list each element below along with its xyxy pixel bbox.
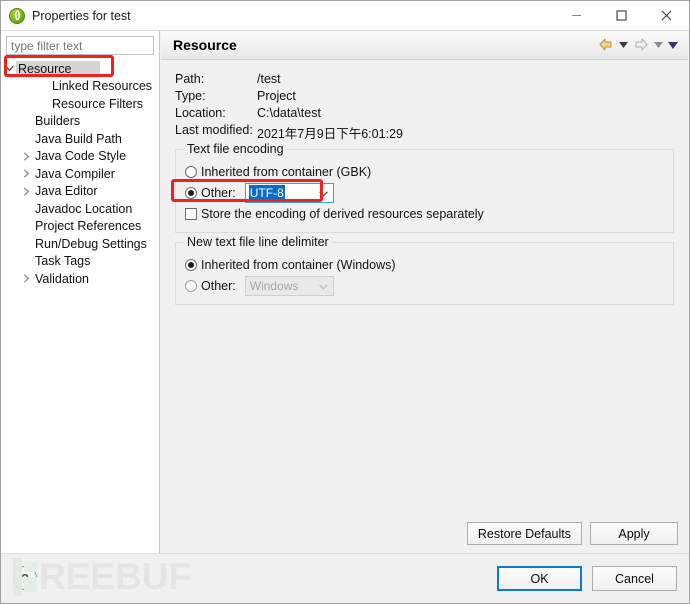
- delimiter-inherited-label: Inherited from container (Windows): [201, 258, 396, 272]
- info-label: Last modified:: [175, 123, 257, 137]
- back-dropdown-icon[interactable]: [618, 36, 629, 54]
- settings-tree-panel: Resource Linked Resources Resource Filters…: [1, 31, 160, 553]
- resource-page: Resource: [161, 31, 688, 553]
- sidebar-item-run-debug-settings[interactable]: Run/Debug Settings: [1, 235, 160, 253]
- sidebar-item-java-compiler[interactable]: Java Compiler: [1, 165, 160, 183]
- cancel-button[interactable]: Cancel: [592, 566, 677, 591]
- chevron-right-icon[interactable]: [18, 152, 35, 161]
- sidebar-item-validation[interactable]: Validation: [1, 270, 160, 288]
- info-row: Last modified:2021年7月9日下午6:01:29: [175, 123, 674, 140]
- filter-input[interactable]: [6, 36, 154, 55]
- info-value: /test: [257, 72, 281, 86]
- forward-dropdown-icon[interactable]: [653, 36, 664, 54]
- encoding-other-radio[interactable]: [185, 187, 197, 199]
- page-header: Resource: [161, 31, 688, 60]
- eclipse-properties-icon: [9, 8, 25, 24]
- sidebar-item-task-tags[interactable]: Task Tags: [1, 253, 160, 271]
- info-value: 2021年7月9日下午6:01:29: [257, 123, 403, 142]
- encoding-inherited-option[interactable]: Inherited from container (GBK): [185, 161, 664, 182]
- sidebar-item-label: Java Editor: [35, 184, 103, 198]
- info-label: Location:: [175, 106, 257, 120]
- sidebar-item-label: Run/Debug Settings: [35, 237, 152, 251]
- minimize-icon[interactable]: [554, 1, 599, 31]
- delimiter-inherited-radio[interactable]: [185, 259, 197, 271]
- sidebar-item-java-code-style[interactable]: Java Code Style: [1, 148, 160, 166]
- window-controls: [554, 1, 689, 31]
- encoding-combo-value: UTF-8: [249, 185, 285, 201]
- text-file-encoding-group: Text file encoding Inherited from contai…: [175, 149, 674, 233]
- encoding-other-label: Other:: [201, 186, 236, 200]
- settings-tree: Resource Linked Resources Resource Filters…: [1, 60, 160, 288]
- sidebar-item-java-build-path[interactable]: Java Build Path: [1, 130, 160, 148]
- sidebar-item-project-references[interactable]: Project References: [1, 218, 160, 236]
- sidebar-item-linked-resources[interactable]: Linked Resources: [1, 78, 160, 96]
- restore-defaults-button[interactable]: Restore Defaults: [467, 522, 582, 545]
- chevron-right-icon[interactable]: [18, 169, 35, 178]
- page-action-buttons: Restore Defaults Apply: [467, 522, 678, 545]
- delimiter-combo-value: Windows: [249, 278, 300, 294]
- page-content: Path:/testType:ProjectLocation:C:\data\t…: [161, 60, 688, 553]
- delimiter-combo: Windows: [245, 276, 334, 296]
- encoding-combo[interactable]: UTF-8: [245, 183, 334, 203]
- info-label: Path:: [175, 72, 257, 86]
- line-delimiter-group: New text file line delimiter Inherited f…: [175, 242, 674, 305]
- store-encoding-option[interactable]: Store the encoding of derived resources …: [185, 203, 664, 224]
- sidebar-item-java-editor[interactable]: Java Editor: [1, 183, 160, 201]
- apply-button[interactable]: Apply: [590, 522, 678, 545]
- info-value: Project: [257, 89, 296, 103]
- info-label: Type:: [175, 89, 257, 103]
- ok-button[interactable]: OK: [497, 566, 582, 591]
- help-icon[interactable]: ?: [13, 566, 37, 590]
- close-icon[interactable]: [644, 1, 689, 31]
- back-arrow-icon[interactable]: [597, 36, 615, 54]
- info-row: Path:/test: [175, 72, 674, 89]
- delimiter-other-radio[interactable]: [185, 280, 197, 292]
- sidebar-item-label: Java Build Path: [35, 132, 127, 146]
- sidebar-item-resource[interactable]: Resource: [1, 60, 160, 78]
- chevron-down-icon[interactable]: [319, 184, 328, 204]
- delimiter-other-label: Other:: [201, 279, 236, 293]
- dialog-footer: ? OK Cancel: [1, 553, 689, 603]
- encoding-other-option[interactable]: Other: UTF-8: [185, 182, 664, 203]
- sidebar-item-builders[interactable]: Builders: [1, 113, 160, 131]
- maximize-icon[interactable]: [599, 1, 644, 31]
- forward-arrow-icon[interactable]: [632, 36, 650, 54]
- sidebar-item-label: Linked Resources: [52, 79, 157, 93]
- sidebar-item-label: Java Code Style: [35, 149, 131, 163]
- sidebar-item-label: Project References: [35, 219, 146, 233]
- sidebar-item-label: Task Tags: [35, 254, 95, 268]
- delimiter-inherited-option[interactable]: Inherited from container (Windows): [185, 254, 664, 275]
- delimiter-other-option[interactable]: Other: Windows: [185, 275, 664, 296]
- encoding-inherited-label: Inherited from container (GBK): [201, 165, 371, 179]
- resource-info-list: Path:/testType:ProjectLocation:C:\data\t…: [175, 72, 674, 140]
- info-row: Location:C:\data\test: [175, 106, 674, 123]
- encoding-inherited-radio[interactable]: [185, 166, 197, 178]
- title-bar: Properties for test: [1, 1, 689, 31]
- sidebar-item-label: Javadoc Location: [35, 202, 137, 216]
- view-menu-icon[interactable]: [667, 36, 678, 54]
- properties-dialog: Properties for test Resource Linked Resou…: [0, 0, 690, 604]
- info-value: C:\data\test: [257, 106, 321, 120]
- chevron-right-icon[interactable]: [18, 187, 35, 196]
- store-encoding-label: Store the encoding of derived resources …: [201, 207, 484, 221]
- line-delimiter-title: New text file line delimiter: [184, 235, 332, 249]
- chevron-right-icon[interactable]: [18, 274, 35, 283]
- sidebar-item-label: Resource Filters: [52, 97, 148, 111]
- sidebar-item-label: Java Compiler: [35, 167, 120, 181]
- page-title: Resource: [173, 37, 237, 53]
- chevron-down-icon: [319, 277, 328, 297]
- window-title: Properties for test: [32, 9, 131, 23]
- sidebar-item-resource-filters[interactable]: Resource Filters: [1, 95, 160, 113]
- store-encoding-checkbox[interactable]: [185, 208, 197, 220]
- sidebar-item-label: Validation: [35, 272, 94, 286]
- dialog-action-buttons: OK Cancel: [497, 566, 677, 591]
- sidebar-item-label: Resource: [16, 61, 100, 77]
- sidebar-item-label: Builders: [35, 114, 85, 128]
- info-row: Type:Project: [175, 89, 674, 106]
- sidebar-item-javadoc-location[interactable]: Javadoc Location: [1, 200, 160, 218]
- page-navigation: [597, 36, 678, 54]
- text-file-encoding-title: Text file encoding: [184, 142, 287, 156]
